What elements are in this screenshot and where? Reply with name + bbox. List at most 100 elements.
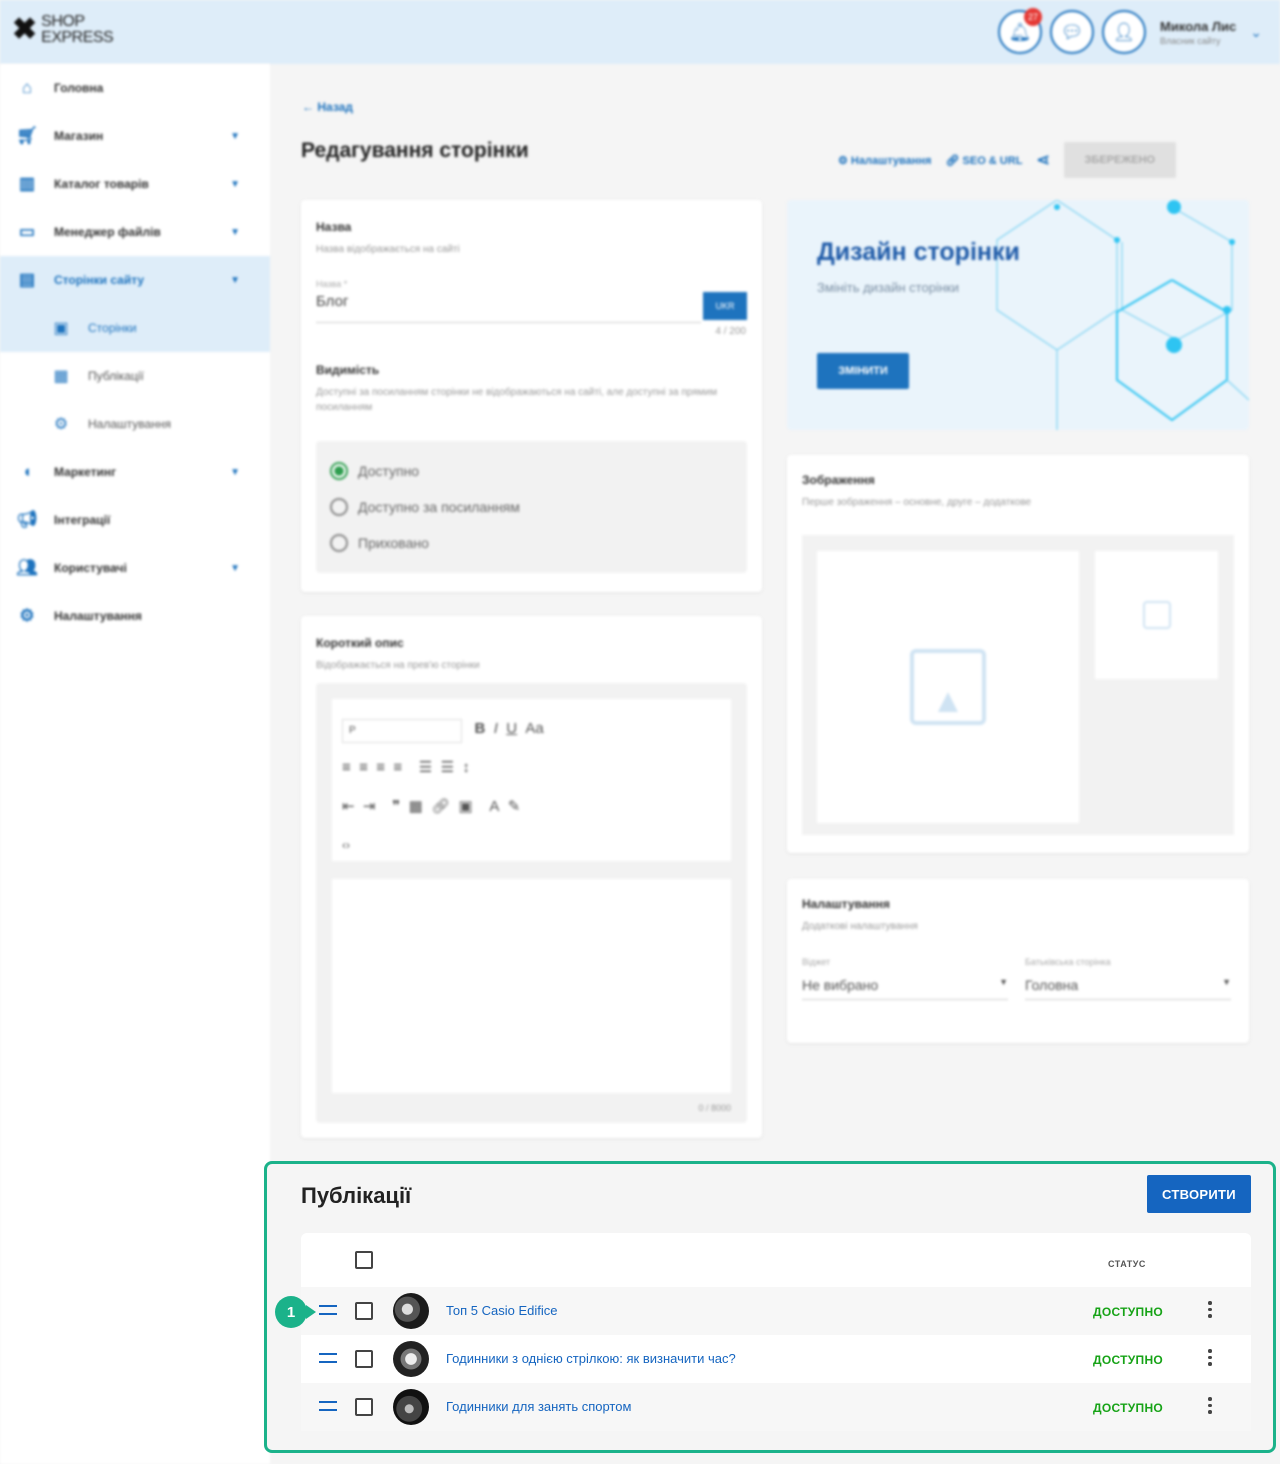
table-row[interactable]: Годинники з однією стрілкою: як визначит… <box>301 1335 1251 1383</box>
align-left-icon[interactable]: ≡ <box>342 759 351 776</box>
sidebar-item-catalog[interactable]: ▥ Каталог товарів ▼ <box>0 160 270 208</box>
notification-count-badge: 27 <box>1024 8 1043 26</box>
highlight-icon[interactable]: ✎ <box>508 798 521 815</box>
radio-label: Доступно <box>358 463 420 479</box>
quote-icon[interactable]: ❞ <box>392 798 400 815</box>
language-button[interactable]: UKR <box>703 292 747 320</box>
sidebar-item-home[interactable]: ⌂ Головна <box>0 64 270 112</box>
back-link[interactable]: ← Назад <box>302 100 353 114</box>
underline-icon[interactable]: U <box>506 720 517 737</box>
drag-handle-icon[interactable] <box>319 1353 337 1363</box>
drag-handle-icon[interactable] <box>319 1401 337 1411</box>
sidebar-subitem-label: Сторінки <box>88 321 137 335</box>
link-icon[interactable]: 🔗︎ <box>431 798 450 815</box>
design-card-subtitle: Змініть дизайн сторінки <box>817 280 959 295</box>
profile-button[interactable]: 👤︎ <box>1102 10 1147 54</box>
more-options-icon[interactable] <box>1207 1349 1213 1366</box>
select-all-checkbox[interactable] <box>355 1251 373 1269</box>
more-options-icon[interactable] <box>1207 1301 1213 1318</box>
sidebar-item-shop[interactable]: 🛒︎ Магазин ▼ <box>0 112 270 160</box>
sidebar-subitem-settings[interactable]: ⚙ Налаштування <box>0 400 270 448</box>
table-icon[interactable]: ▦ <box>409 798 423 815</box>
logo[interactable]: ✖ SHOP EXPRESS <box>12 13 114 46</box>
sidebar-item-marketing[interactable]: ◖ Маркетинг ▼ <box>0 448 270 496</box>
visibility-option-by-link[interactable]: Доступно за посиланням <box>330 489 733 525</box>
align-right-icon[interactable]: ≡ <box>376 759 385 776</box>
sidebar-subitem-pages[interactable]: ▣ Сторінки <box>0 304 270 352</box>
sidebar-item-users[interactable]: 👥︎ Користувачі ▼ <box>0 544 270 592</box>
sidebar-subitem-publications[interactable]: ▦ Публікації <box>0 352 270 400</box>
user-info[interactable]: Микола Лис Власник сайту <box>1160 19 1236 46</box>
page-icon: ▣ <box>53 320 69 337</box>
sidebar-item-settings[interactable]: ⚙ Налаштування <box>0 592 270 640</box>
bullet-list-icon[interactable]: ☰ <box>419 759 432 776</box>
italic-icon[interactable]: I <box>494 720 498 737</box>
messages-button[interactable]: 💬︎ <box>1050 10 1095 54</box>
align-center-icon[interactable]: ≡ <box>359 759 368 776</box>
sidebar-item-label: Менеджер файлів <box>54 225 161 239</box>
table-row[interactable]: Годинники для занять спортом ДОСТУПНО <box>301 1383 1251 1431</box>
folder-icon: ▭ <box>18 222 36 241</box>
font-size-icon[interactable]: Aa <box>525 720 543 737</box>
editor-body[interactable] <box>332 879 731 1093</box>
settings-action[interactable]: ⚙ Налаштування <box>838 154 931 167</box>
align-justify-icon[interactable]: ≡ <box>393 759 402 776</box>
drag-handle-icon[interactable] <box>319 1305 337 1315</box>
settings-action-label: Налаштування <box>850 154 932 167</box>
main-image-slot[interactable]: ▲ <box>817 551 1079 823</box>
book-icon: ▥ <box>18 174 36 193</box>
create-publication-button[interactable]: СТВОРИТИ <box>1147 1175 1251 1213</box>
sidebar-item-label: Маркетинг <box>54 465 117 479</box>
code-view-icon[interactable]: ‹› <box>342 826 721 865</box>
numbered-list-icon[interactable]: ☰ <box>441 759 454 776</box>
row-checkbox[interactable] <box>355 1302 373 1320</box>
widget-select[interactable]: Віджет Не вибрано ▼ <box>802 957 1008 1000</box>
publication-thumbnail <box>393 1389 429 1425</box>
notifications-button[interactable]: 🔔︎ 27 <box>998 8 1043 54</box>
seo-action[interactable]: 🔗︎ SEO & URL <box>945 154 1022 167</box>
editor-wrapper: P B I U Aa ≡ ≡ ≡ ≡ ☰ ☰ ↕ ⇤ ⇥ ❞ ▦ 🔗︎ ▣ A … <box>316 683 747 1123</box>
widget-label: Віджет <box>802 957 831 967</box>
indent-icon[interactable]: ⇥ <box>363 798 376 815</box>
images-card: Зображення Перше зображення – основне, д… <box>787 455 1249 853</box>
more-options-icon[interactable] <box>1207 1397 1213 1414</box>
chevron-down-icon[interactable]: ⌄ <box>1250 24 1262 41</box>
parent-page-select[interactable]: Батьківська сторінка Головна ▼ <box>1025 957 1231 1000</box>
status-badge: ДОСТУПНО <box>1093 1353 1164 1367</box>
user-name: Микола Лис <box>1160 18 1237 34</box>
radio-label: Доступно за посиланням <box>358 499 520 515</box>
share-icon[interactable]: ⋖ <box>1036 150 1049 170</box>
sidebar-item-pages[interactable]: ▤ Сторінки сайту ▼ <box>0 256 270 304</box>
sidebar-item-label: Магазин <box>54 129 104 143</box>
visibility-title: Видимість <box>316 363 380 377</box>
logo-line1: SHOP <box>41 13 85 30</box>
table-row[interactable]: Топ 5 Casio Edifice ДОСТУПНО <box>301 1287 1251 1335</box>
outdent-icon[interactable]: ⇤ <box>342 798 355 815</box>
row-checkbox[interactable] <box>355 1350 373 1368</box>
text-color-icon[interactable]: A <box>489 798 499 815</box>
line-height-icon[interactable]: ↕ <box>462 759 470 776</box>
top-bar: ✖ SHOP EXPRESS 🔔︎ 27 💬︎ 👤︎ Микола Лис Вл… <box>0 0 1280 64</box>
saved-button[interactable]: ЗБЕРЕЖЕНО <box>1063 142 1176 178</box>
name-counter: 4 / 200 <box>715 326 746 337</box>
visibility-option-hidden[interactable]: Приховано <box>330 525 733 561</box>
change-design-button[interactable]: ЗМІНИТИ <box>817 353 909 389</box>
bold-icon[interactable]: B <box>475 720 486 737</box>
settings-card-subtitle: Додаткові налаштування <box>802 921 918 932</box>
row-checkbox[interactable] <box>355 1398 373 1416</box>
sidebar-item-files[interactable]: ▭ Менеджер файлів ▼ <box>0 208 270 256</box>
format-select[interactable]: P <box>342 719 462 743</box>
publication-title-link[interactable]: Годинники з однією стрілкою: як визначит… <box>446 1351 736 1366</box>
secondary-image-slot[interactable] <box>1095 551 1218 679</box>
image-icon[interactable]: ▣ <box>459 798 473 815</box>
visibility-option-available[interactable]: Доступно <box>330 453 733 489</box>
publication-title-link[interactable]: Топ 5 Casio Edifice <box>446 1303 558 1318</box>
sidebar-item-integrations[interactable]: 📢︎ Інтеграції <box>0 496 270 544</box>
name-field[interactable]: Блог <box>316 293 701 323</box>
logo-icon: ✖ <box>12 13 38 46</box>
publication-title-link[interactable]: Годинники для занять спортом <box>446 1399 631 1414</box>
back-label: Назад <box>317 100 353 114</box>
name-field-label: Назва * <box>316 279 348 289</box>
status-badge: ДОСТУПНО <box>1093 1401 1164 1415</box>
table-header: СТАТУС <box>301 1233 1251 1287</box>
